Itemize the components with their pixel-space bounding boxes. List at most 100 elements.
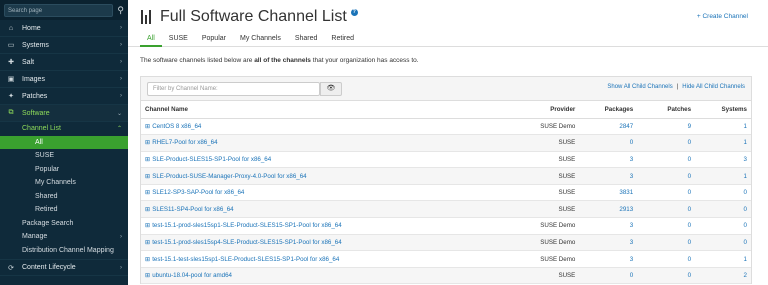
packages-count-link[interactable]: 3 bbox=[579, 234, 638, 252]
create-channel-link[interactable]: + Create Channel bbox=[697, 13, 748, 20]
patches-count-link[interactable]: 0 bbox=[637, 217, 696, 235]
expand-icon[interactable]: ⊞ bbox=[145, 156, 150, 163]
packages-count-link[interactable]: 0 bbox=[579, 134, 638, 152]
tab-retired[interactable]: Retired bbox=[324, 33, 361, 47]
systems-count-link[interactable]: 0 bbox=[695, 184, 751, 202]
patches-count-link[interactable]: 0 bbox=[637, 200, 696, 219]
tab-suse[interactable]: SUSE bbox=[162, 33, 195, 47]
systems-count-link[interactable]: 1 bbox=[695, 118, 751, 136]
channel-name-link[interactable]: ⊞ SLES11-SP4-Pool for x86_64 bbox=[141, 200, 480, 219]
sidebar-item-systems[interactable]: ▭ Systems › bbox=[0, 37, 128, 54]
packages-count-link[interactable]: 2847 bbox=[579, 118, 638, 136]
provider-cell: SUSE bbox=[479, 184, 580, 202]
show-all-child-channels-link[interactable]: Show All Child Channels bbox=[607, 84, 672, 90]
column-header-provider[interactable]: Provider bbox=[479, 101, 580, 119]
column-header-patches[interactable]: Patches bbox=[637, 101, 696, 119]
expand-icon[interactable]: ⊞ bbox=[145, 123, 150, 130]
hide-all-child-channels-link[interactable]: Hide All Child Channels bbox=[682, 84, 745, 90]
table-header-row: Channel Name Provider Packages Patches S… bbox=[141, 101, 751, 119]
channel-name-link[interactable]: ⊞ SLE12-SP3-SAP-Pool for x86_64 bbox=[141, 184, 480, 202]
channel-name-link[interactable]: ⊞ ubuntu-18.04-pool for amd64 bbox=[141, 267, 480, 285]
packages-count-link[interactable]: 3 bbox=[579, 167, 638, 185]
help-icon[interactable]: ? bbox=[350, 8, 358, 16]
channel-name-link[interactable]: ⊞ CentOS 8 x86_64 bbox=[141, 118, 480, 136]
packages-count-link[interactable]: 2913 bbox=[579, 200, 638, 219]
systems-count-link[interactable]: 2 bbox=[695, 267, 751, 285]
packages-count-link[interactable]: 0 bbox=[579, 267, 638, 285]
sidebar-item-package-search[interactable]: Package Search bbox=[0, 217, 128, 231]
patches-count-link[interactable]: 0 bbox=[637, 250, 696, 268]
expand-icon[interactable]: ⊞ bbox=[145, 256, 150, 263]
packages-count-link[interactable]: 3 bbox=[579, 151, 638, 169]
sidebar-item-salt[interactable]: ✚ Salt › bbox=[0, 54, 128, 71]
sidebar-item-home[interactable]: ⌂ Home › bbox=[0, 20, 128, 37]
systems-count-link[interactable]: 0 bbox=[695, 200, 751, 219]
description-text: that your organization has access to. bbox=[310, 57, 419, 64]
expand-icon[interactable]: ⊞ bbox=[145, 189, 150, 196]
expand-icon[interactable]: ⊞ bbox=[145, 173, 150, 180]
patches-count-link[interactable]: 9 bbox=[637, 118, 696, 136]
chevron-up-icon: ⌃ bbox=[116, 126, 122, 133]
search-icon[interactable]: ⚲ bbox=[117, 5, 124, 16]
search-page-input[interactable]: Search page bbox=[4, 3, 114, 17]
sidebar-item-distribution-channel-mapping[interactable]: Distribution Channel Mapping bbox=[0, 244, 128, 258]
channel-name-link[interactable]: ⊞ test-15.1-prod-sles15sp1-SLE-Product-SL… bbox=[141, 217, 480, 235]
table-row: ⊞ test-15.1-prod-sles15sp1-SLE-Product-SL… bbox=[141, 217, 751, 235]
packages-count-link[interactable]: 3831 bbox=[579, 184, 638, 202]
sidebar-item-content-lifecycle[interactable]: ⟳ Content Lifecycle › bbox=[0, 259, 128, 276]
packages-count-link[interactable]: 3 bbox=[579, 217, 638, 235]
sidebar-item-retired[interactable]: Retired bbox=[0, 203, 128, 217]
sidebar-item-manage[interactable]: Manage › bbox=[0, 230, 128, 244]
patches-count-link[interactable]: 0 bbox=[637, 234, 696, 252]
patches-count-link[interactable]: 0 bbox=[637, 134, 696, 152]
channel-name-link[interactable]: ⊞ test-15.1-prod-sles15sp4-SLE-Product-SL… bbox=[141, 234, 480, 252]
channel-table: Channel Name Provider Packages Patches S… bbox=[141, 101, 751, 285]
sidebar-item-patches[interactable]: ✦ Patches › bbox=[0, 88, 128, 105]
chevron-down-icon: ⌄ bbox=[116, 110, 122, 117]
systems-count-link[interactable]: 1 bbox=[695, 250, 751, 268]
column-header-packages[interactable]: Packages bbox=[579, 101, 638, 119]
patches-count-link[interactable]: 0 bbox=[637, 267, 696, 285]
channel-name-link[interactable]: ⊞ test-15.1-test-sles15sp1-SLE-Product-SL… bbox=[141, 250, 480, 268]
systems-count-link[interactable]: 3 bbox=[695, 151, 751, 169]
sidebar-item-images[interactable]: ▣ Images › bbox=[0, 71, 128, 88]
patches-count-link[interactable]: 0 bbox=[637, 184, 696, 202]
sidebar-item-software[interactable]: ⧉ Software ⌄ bbox=[0, 105, 128, 122]
systems-count-link[interactable]: 0 bbox=[695, 217, 751, 235]
expand-icon[interactable]: ⊞ bbox=[145, 139, 150, 146]
patches-count-link[interactable]: 0 bbox=[637, 151, 696, 169]
expand-icon[interactable]: ⊞ bbox=[145, 206, 150, 213]
column-header-channel-name[interactable]: Channel Name bbox=[141, 101, 480, 119]
sidebar-item-channel-list[interactable]: Channel List ⌃ bbox=[0, 122, 128, 136]
main-content: Full Software Channel List ? + Create Ch… bbox=[128, 0, 768, 285]
packages-count-link[interactable]: 3 bbox=[579, 250, 638, 268]
tab-popular[interactable]: Popular bbox=[195, 33, 233, 47]
chevron-right-icon: › bbox=[120, 264, 122, 271]
systems-count-link[interactable]: 1 bbox=[695, 134, 751, 152]
expand-icon[interactable]: ⊞ bbox=[145, 272, 150, 279]
expand-icon[interactable]: ⊞ bbox=[145, 222, 150, 229]
sidebar-item-all[interactable]: All bbox=[0, 135, 128, 149]
sidebar-item-shared[interactable]: Shared bbox=[0, 190, 128, 204]
sidebar-item-suse[interactable]: SUSE bbox=[0, 149, 128, 163]
provider-cell: SUSE bbox=[479, 267, 580, 285]
sidebar-item-popular[interactable]: Popular bbox=[0, 163, 128, 177]
column-header-systems[interactable]: Systems bbox=[695, 101, 751, 119]
systems-count-link[interactable]: 1 bbox=[695, 167, 751, 185]
channel-name-link[interactable]: ⊞ SLE-Product-SUSE-Manager-Proxy-4.0-Pool… bbox=[141, 167, 480, 185]
expand-icon[interactable]: ⊞ bbox=[145, 239, 150, 246]
software-icon: ⧉ bbox=[8, 109, 14, 116]
salt-icon: ✚ bbox=[8, 59, 14, 66]
sidebar-item-my-channels[interactable]: My Channels bbox=[0, 176, 128, 190]
filter-channel-input[interactable]: Filter by Channel Name: bbox=[147, 82, 320, 96]
tab-shared[interactable]: Shared bbox=[288, 33, 325, 47]
tab-my-channels[interactable]: My Channels bbox=[233, 33, 288, 47]
channel-name-link[interactable]: ⊞ SLE-Product-SLES15-SP1-Pool for x86_64 bbox=[141, 151, 480, 169]
patches-count-link[interactable]: 0 bbox=[637, 167, 696, 185]
eye-icon[interactable]: 👁 bbox=[320, 82, 342, 96]
home-icon: ⌂ bbox=[8, 24, 14, 32]
channel-table-panel: Filter by Channel Name: 👁 Show All Child… bbox=[140, 76, 752, 285]
systems-count-link[interactable]: 0 bbox=[695, 234, 751, 252]
channel-name-link[interactable]: ⊞ RHEL7-Pool for x86_64 bbox=[141, 134, 480, 152]
tab-all[interactable]: All bbox=[140, 33, 162, 47]
